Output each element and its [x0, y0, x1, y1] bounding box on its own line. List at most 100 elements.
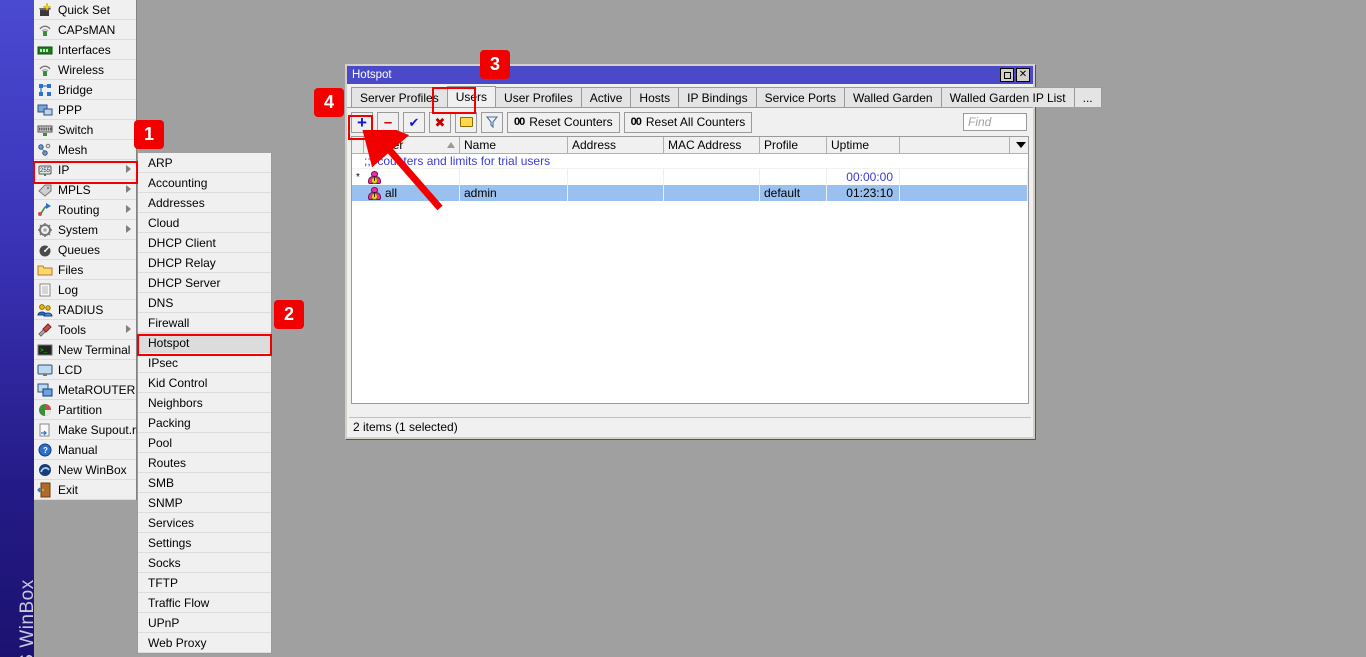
submenu-item-arp[interactable]: ARP: [138, 153, 271, 173]
cell-mac: [664, 185, 760, 201]
submenu-item-ipsec[interactable]: IPsec: [138, 353, 271, 373]
tab-service-ports[interactable]: Service Ports: [756, 87, 845, 107]
table-body[interactable]: *i00:00:00ialladmindefault01:23:10: [352, 169, 1028, 201]
window-tabs[interactable]: Server Profiles Users User Profiles ActiveH…: [347, 84, 1033, 108]
remove-button[interactable]: –: [377, 112, 399, 133]
menu-item-switch[interactable]: Switch: [34, 120, 136, 140]
submenu-item-settings[interactable]: Settings: [138, 533, 271, 553]
submenu-item-traffic-flow[interactable]: Traffic Flow: [138, 593, 271, 613]
submenu-item-dhcp-client[interactable]: DHCP Client: [138, 233, 271, 253]
menu-item-capsman[interactable]: CAPsMAN: [34, 20, 136, 40]
submenu-item-dhcp-relay[interactable]: DHCP Relay: [138, 253, 271, 273]
menu-item-new-winbox[interactable]: New WinBox: [34, 460, 136, 480]
submenu-item-upnp[interactable]: UPnP: [138, 613, 271, 633]
hotspot-window[interactable]: Hotspot ✕ Server Profiles Users User Profi…: [345, 64, 1035, 439]
submenu-item-label: TFTP: [148, 576, 178, 590]
main-menu[interactable]: Quick SetCAPsMANInterfacesWirelessBridge…: [34, 0, 137, 500]
menu-item-metarouter[interactable]: MetaROUTER: [34, 380, 136, 400]
winbox-icon: [37, 462, 53, 478]
tab-hosts[interactable]: Hosts: [630, 87, 679, 107]
reset-all-counters-button[interactable]: 00 Reset All Counters: [624, 112, 753, 133]
submenu-item-pool[interactable]: Pool: [138, 433, 271, 453]
menu-item-bridge[interactable]: Bridge: [34, 80, 136, 100]
table-header-name[interactable]: Name: [460, 137, 568, 153]
hotspot-user-icon: i: [368, 171, 382, 184]
maximize-icon[interactable]: [1000, 68, 1014, 82]
menu-item-ppp[interactable]: PPP: [34, 100, 136, 120]
find-input[interactable]: Find: [963, 113, 1027, 131]
submenu-item-tftp[interactable]: TFTP: [138, 573, 271, 593]
submenu-item-web-proxy[interactable]: Web Proxy: [138, 633, 271, 653]
tab-users[interactable]: Users: [447, 86, 496, 107]
add-button[interactable]: +: [351, 112, 373, 133]
table-header-server[interactable]: Server: [364, 137, 460, 153]
menu-item-exit[interactable]: Exit: [34, 480, 136, 500]
window-controls[interactable]: ✕: [1000, 68, 1030, 82]
table-header-label: Address: [572, 138, 616, 152]
filter-icon[interactable]: [481, 112, 503, 133]
submenu-item-addresses[interactable]: Addresses: [138, 193, 271, 213]
tab-server-profiles[interactable]: Server Profiles: [351, 87, 448, 107]
menu-item-interfaces[interactable]: Interfaces: [34, 40, 136, 60]
menu-item-partition[interactable]: Partition: [34, 400, 136, 420]
submenu-item-kid-control[interactable]: Kid Control: [138, 373, 271, 393]
menu-item-system[interactable]: System: [34, 220, 136, 240]
submenu-item-label: DHCP Server: [148, 276, 220, 290]
menu-item-manual[interactable]: ?Manual: [34, 440, 136, 460]
table-header-profile[interactable]: Profile: [760, 137, 827, 153]
menu-item-radius[interactable]: RADIUS: [34, 300, 136, 320]
menu-item-files[interactable]: Files: [34, 260, 136, 280]
submenu-item-neighbors[interactable]: Neighbors: [138, 393, 271, 413]
table-header-mac-address[interactable]: MAC Address: [664, 137, 760, 153]
menu-item-log[interactable]: Log: [34, 280, 136, 300]
submenu-item-socks[interactable]: Socks: [138, 553, 271, 573]
users-table[interactable]: ServerName Address MAC AddressProfileUptim…: [351, 136, 1029, 404]
comment-icon[interactable]: [455, 112, 477, 133]
tab-[interactable]: ...: [1074, 87, 1102, 107]
disable-button[interactable]: ✖: [429, 112, 451, 133]
table-header-uptime[interactable]: Uptime: [827, 137, 900, 153]
menu-item-ip[interactable]: 255IP: [34, 160, 136, 180]
column-chooser-button[interactable]: [1010, 137, 1028, 153]
menu-item-queues[interactable]: Queues: [34, 240, 136, 260]
menu-item-make-supout-rif[interactable]: Make Supout.rif: [34, 420, 136, 440]
submenu-item-smb[interactable]: SMB: [138, 473, 271, 493]
table-header[interactable]: ServerName Address MAC AddressProfileUptim…: [352, 137, 1028, 154]
table-row[interactable]: ialladmindefault01:23:10: [352, 185, 1028, 201]
window-titlebar[interactable]: Hotspot ✕: [347, 66, 1033, 84]
submenu-item-hotspot[interactable]: Hotspot: [138, 333, 271, 353]
menu-item-mesh[interactable]: Mesh: [34, 140, 136, 160]
submenu-item-firewall[interactable]: Firewall: [138, 313, 271, 333]
menu-item-mpls[interactable]: MPLS: [34, 180, 136, 200]
menu-item-tools[interactable]: Tools: [34, 320, 136, 340]
enable-button[interactable]: ✔: [403, 112, 425, 133]
tab-walled-garden[interactable]: Walled Garden: [844, 87, 942, 107]
submenu-item-dns[interactable]: DNS: [138, 293, 271, 313]
submenu-item-dhcp-server[interactable]: DHCP Server: [138, 273, 271, 293]
tab-user-profiles[interactable]: User Profiles: [495, 87, 582, 107]
table-header-address[interactable]: Address: [568, 137, 664, 153]
menu-item-lcd[interactable]: LCD: [34, 360, 136, 380]
menu-item-routing[interactable]: Routing: [34, 200, 136, 220]
ip-submenu[interactable]: ARPAccountingAddressesCloudDHCP ClientDH…: [137, 153, 272, 654]
submenu-item-services[interactable]: Services: [138, 513, 271, 533]
submenu-item-packing[interactable]: Packing: [138, 413, 271, 433]
submenu-item-snmp[interactable]: SNMP: [138, 493, 271, 513]
table-row[interactable]: *i00:00:00: [352, 169, 1028, 185]
menu-item-wireless[interactable]: Wireless: [34, 60, 136, 80]
tab-label: User Profiles: [504, 91, 573, 105]
reset-counters-button[interactable]: 00 Reset Counters: [507, 112, 620, 133]
submenu-item-label: Routes: [148, 456, 186, 470]
tab-active[interactable]: Active: [581, 87, 632, 107]
tab-label: Server Profiles: [360, 91, 439, 105]
submenu-item-accounting[interactable]: Accounting: [138, 173, 271, 193]
tab-ip-bindings[interactable]: IP Bindings: [678, 87, 757, 107]
window-toolbar[interactable]: + – ✔ ✖ 00 Reset Counters 00 Reset All C…: [347, 108, 1033, 136]
tab-walled-garden-ip-list[interactable]: Walled Garden IP List: [941, 87, 1075, 107]
switch-icon: [37, 122, 53, 138]
close-icon[interactable]: ✕: [1016, 68, 1030, 82]
submenu-item-routes[interactable]: Routes: [138, 453, 271, 473]
menu-item-quick-set[interactable]: Quick Set: [34, 0, 136, 20]
submenu-item-cloud[interactable]: Cloud: [138, 213, 271, 233]
menu-item-new-terminal[interactable]: >_New Terminal: [34, 340, 136, 360]
